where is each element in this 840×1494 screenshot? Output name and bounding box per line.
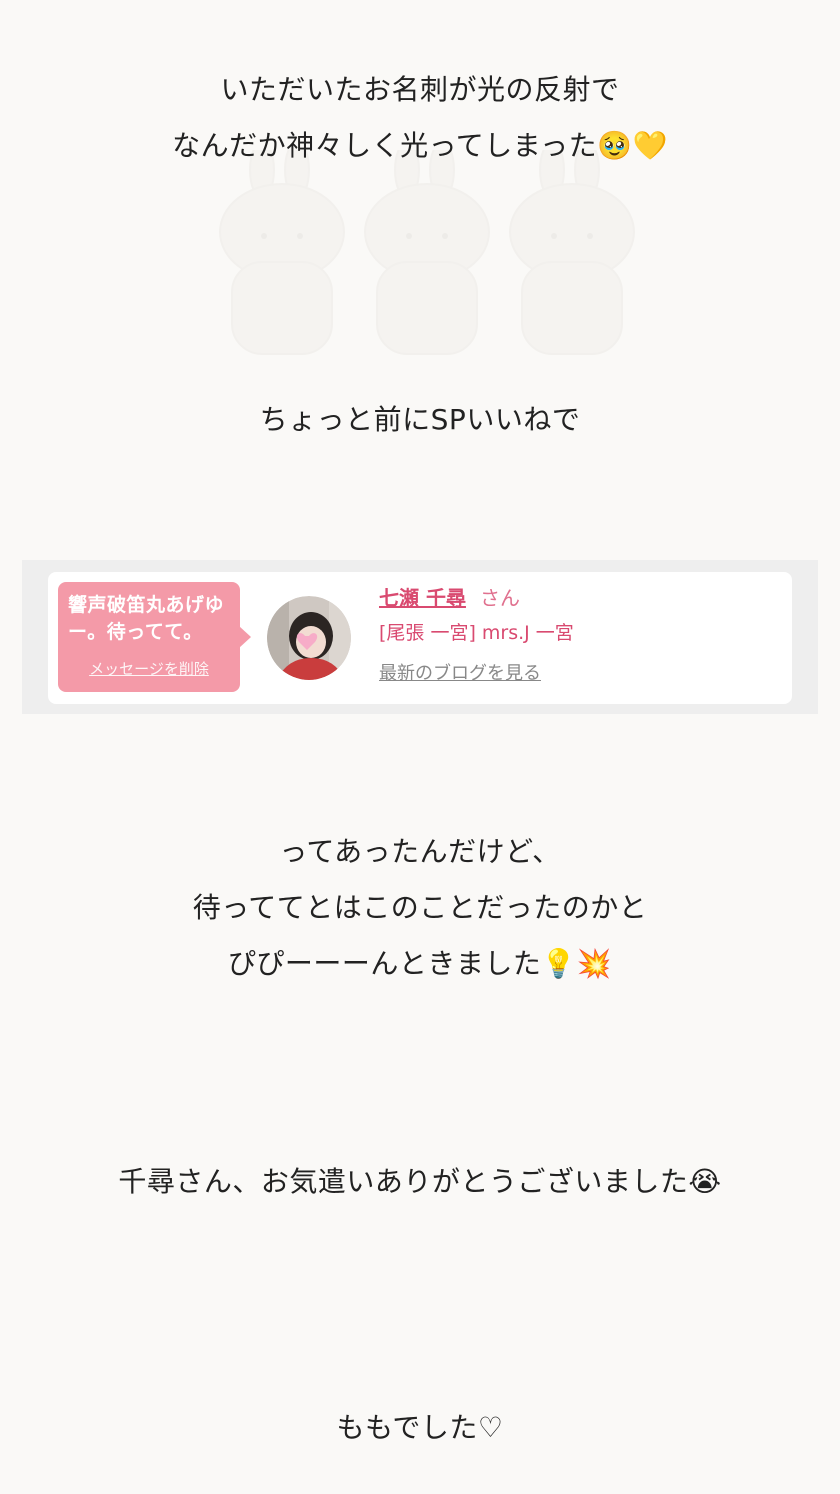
sp-message-text: 響声破笛丸あげゆー。待ってて。 xyxy=(68,594,225,643)
bunny-watermark-image xyxy=(219,150,635,355)
signoff-text: ももでした♡ xyxy=(336,1411,504,1444)
latest-blog-link[interactable]: 最新のブログを見る xyxy=(379,662,574,686)
honorific-label: さん xyxy=(479,586,520,610)
post-paragraph-4: 千尋さん、お気遣いありがとうございました😭 xyxy=(0,1154,840,1210)
shop-label: [尾張 一宮] mrs.J 一宮 xyxy=(379,622,574,644)
sp-like-screenshot: 響声破笛丸あげゆー。待ってて。 メッセージを削除 七瀬 千尋 さん [尾張 一宮… xyxy=(22,560,818,714)
delete-message-link[interactable]: メッセージを削除 xyxy=(58,658,240,679)
sp-message-bubble: 響声破笛丸あげゆー。待ってて。 メッセージを削除 xyxy=(58,582,251,692)
sp-name-row: 七瀬 千尋 さん xyxy=(379,584,574,612)
post-paragraph-2: ちょっと前にSPいいねで xyxy=(0,392,840,448)
post-text-line: ちょっと前にSPいいねで xyxy=(259,403,581,436)
post-text-line: いただいたお名刺が光の反射で xyxy=(220,73,620,106)
sp-like-card: 響声破笛丸あげゆー。待ってて。 メッセージを削除 七瀬 千尋 さん [尾張 一宮… xyxy=(48,572,792,704)
sp-user-info: 七瀬 千尋 さん [尾張 一宮] mrs.J 一宮 最新のブログを見る xyxy=(379,584,574,686)
post-text-line: 千尋さん、お気遣いありがとうございました😭 xyxy=(118,1165,722,1198)
post-text-line: 待っててとはこのことだったのかと xyxy=(192,891,648,924)
cast-name-link[interactable]: 七瀬 千尋 xyxy=(379,586,466,610)
post-text-line: ってあったんだけど、 xyxy=(279,835,561,868)
post-text-line: なんだか神々しく光ってしまった🥹💛 xyxy=(172,129,668,162)
profile-avatar xyxy=(267,596,351,680)
post-paragraph-3: ってあったんだけど、 待っててとはこのことだったのかと ぴぴーーーんときました💡… xyxy=(0,824,840,992)
post-paragraph-1: いただいたお名刺が光の反射で なんだか神々しく光ってしまった🥹💛 xyxy=(0,62,840,174)
post-signoff: ももでした♡ xyxy=(0,1400,840,1456)
post-text-line: ぴぴーーーんときました💡💥 xyxy=(227,947,613,980)
blog-post-page: いただいたお名刺が光の反射で なんだか神々しく光ってしまった🥹💛 ちょっと前にS… xyxy=(0,0,840,1494)
